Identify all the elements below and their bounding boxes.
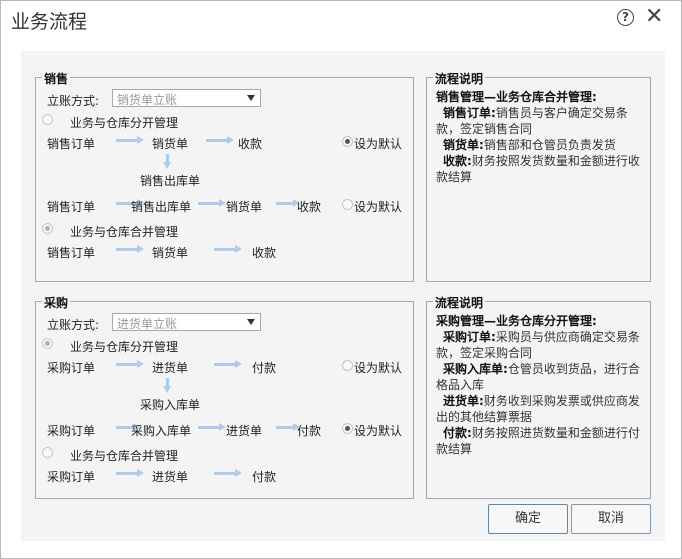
sales-account-value: 销货单立账 xyxy=(117,93,178,107)
arrow-right-icon xyxy=(116,360,144,368)
dialog-title: 业务流程 xyxy=(11,11,88,33)
purchase-panel: 采购 立账方式: 进货单立账 业务与仓库分开管理 采购订单 进货单 付款 设为默… xyxy=(35,294,414,499)
business-flow-dialog: 业务流程 ? ✕ 销售 立账方式: 销货单立账 业务与仓库分开管理 销售订单 销… xyxy=(0,0,682,559)
sales-description-title: 流程说明 xyxy=(433,70,486,87)
purchase-description-text: 采购管理—业务仓库分开管理: 采购订单:采购员与供应商确定交易条款，签定采购合同… xyxy=(436,313,644,457)
flow-node: 采购订单 xyxy=(47,361,96,375)
sales-panel-title: 销售 xyxy=(42,70,71,87)
purchase-panel-title: 采购 xyxy=(42,294,71,311)
arrow-right-icon xyxy=(198,423,226,431)
title-bar: 业务流程 ? ✕ xyxy=(1,1,681,37)
description-item: 销售订单:销售员与客户确定交易条款，签定销售合同 xyxy=(436,106,628,136)
purchase-account-value: 进货单立账 xyxy=(117,317,178,331)
flow-node: 采购入库单 xyxy=(140,398,201,412)
flow-node: 收款 xyxy=(297,200,322,214)
flow-node: 销售订单 xyxy=(47,137,96,151)
purchase-merged-radio[interactable] xyxy=(42,447,53,458)
description-item: 采购入库单:仓管员收到货品，进行合格品入库 xyxy=(436,362,640,392)
purchase-description-panel: 流程说明 采购管理—业务仓库分开管理: 采购订单:采购员与供应商确定交易条款，签… xyxy=(426,294,651,499)
close-icon[interactable]: ✕ xyxy=(645,4,663,30)
flow-node: 进货单 xyxy=(226,424,263,438)
help-icon[interactable]: ? xyxy=(617,9,634,26)
description-heading: 销售管理—业务仓库合并管理: xyxy=(436,90,597,104)
purchase-account-label: 立账方式: xyxy=(47,318,100,332)
arrow-right-icon xyxy=(214,245,242,253)
confirm-button[interactable]: 确定 xyxy=(488,504,568,534)
flow-node: 销售出库单 xyxy=(131,200,192,214)
description-item: 销货单:销售部和仓管员负责发货 xyxy=(443,138,616,152)
sales-account-label: 立账方式: xyxy=(47,94,100,108)
flow-node: 收款 xyxy=(252,246,277,260)
purchase-account-select[interactable]: 进货单立账 xyxy=(112,313,261,331)
arrow-right-icon xyxy=(276,199,300,207)
flow-node: 销售出库单 xyxy=(140,174,201,188)
flow-node: 采购入库单 xyxy=(131,424,192,438)
purchase-description-title: 流程说明 xyxy=(433,294,486,311)
sales-separate-label: 业务与仓库分开管理 xyxy=(70,116,179,130)
set-default-label: 设为默认 xyxy=(354,424,403,438)
chevron-down-icon xyxy=(247,95,255,101)
description-heading: 采购管理—业务仓库分开管理: xyxy=(436,314,597,328)
arrow-right-icon xyxy=(214,469,242,477)
sales-separate-radio[interactable] xyxy=(42,114,53,125)
arrow-right-icon xyxy=(116,245,144,253)
arrow-right-icon xyxy=(214,360,242,368)
arrow-right-icon xyxy=(276,423,300,431)
set-default-label: 设为默认 xyxy=(354,137,403,151)
purchase-separate-label: 业务与仓库分开管理 xyxy=(70,340,179,354)
flow-node: 销售订单 xyxy=(47,246,96,260)
flow-node: 销货单 xyxy=(152,246,189,260)
flow-node: 付款 xyxy=(297,424,322,438)
purchase-separate-radio[interactable] xyxy=(42,338,53,349)
arrow-right-icon xyxy=(116,469,144,477)
arrow-down-icon xyxy=(163,154,171,169)
sales-account-select[interactable]: 销货单立账 xyxy=(112,89,261,107)
description-item: 进货单:财务收到采购发票或供应商发出的其他结算票据 xyxy=(436,394,640,424)
sales-merged-radio[interactable] xyxy=(42,223,53,234)
flow-node: 进货单 xyxy=(152,470,189,484)
chevron-down-icon xyxy=(247,319,255,325)
flow-node: 采购订单 xyxy=(47,424,96,438)
sales-default-radio-1[interactable] xyxy=(342,136,353,147)
arrow-right-icon xyxy=(206,136,234,144)
sales-panel: 销售 立账方式: 销货单立账 业务与仓库分开管理 销售订单 销货单 收款 设为默… xyxy=(35,70,414,282)
flow-node: 销货单 xyxy=(226,200,263,214)
description-item: 采购订单:采购员与供应商确定交易条款，签定采购合同 xyxy=(436,330,640,360)
purchase-merged-label: 业务与仓库合并管理 xyxy=(70,449,179,463)
flow-node: 收款 xyxy=(238,137,263,151)
sales-description-panel: 流程说明 销售管理—业务仓库合并管理: 销售订单:销售员与客户确定交易条款，签定… xyxy=(426,70,651,282)
arrow-right-icon xyxy=(116,136,144,144)
arrow-right-icon xyxy=(198,199,226,207)
flow-node: 销货单 xyxy=(152,137,189,151)
sales-default-radio-2[interactable] xyxy=(342,199,353,210)
sales-description-text: 销售管理—业务仓库合并管理: 销售订单:销售员与客户确定交易条款，签定销售合同 … xyxy=(436,89,644,185)
flow-node: 采购订单 xyxy=(47,470,96,484)
cancel-button[interactable]: 取消 xyxy=(571,504,651,534)
flow-node: 进货单 xyxy=(152,361,189,375)
set-default-label: 设为默认 xyxy=(354,200,403,214)
flow-node: 销售订单 xyxy=(47,200,96,214)
dialog-body: 销售 立账方式: 销货单立账 业务与仓库分开管理 销售订单 销货单 收款 设为默… xyxy=(21,51,665,541)
purchase-default-radio-2[interactable] xyxy=(342,423,353,434)
sales-merged-label: 业务与仓库合并管理 xyxy=(70,225,179,239)
flow-node: 付款 xyxy=(252,361,277,375)
flow-node: 付款 xyxy=(252,470,277,484)
set-default-label: 设为默认 xyxy=(354,361,403,375)
description-item: 收款:财务按照发货数量和金额进行收款结算 xyxy=(436,154,640,184)
description-item: 付款:财务按照进货数量和金额进行付款结算 xyxy=(436,426,640,456)
purchase-default-radio-1[interactable] xyxy=(342,360,353,371)
arrow-down-icon xyxy=(163,378,171,393)
